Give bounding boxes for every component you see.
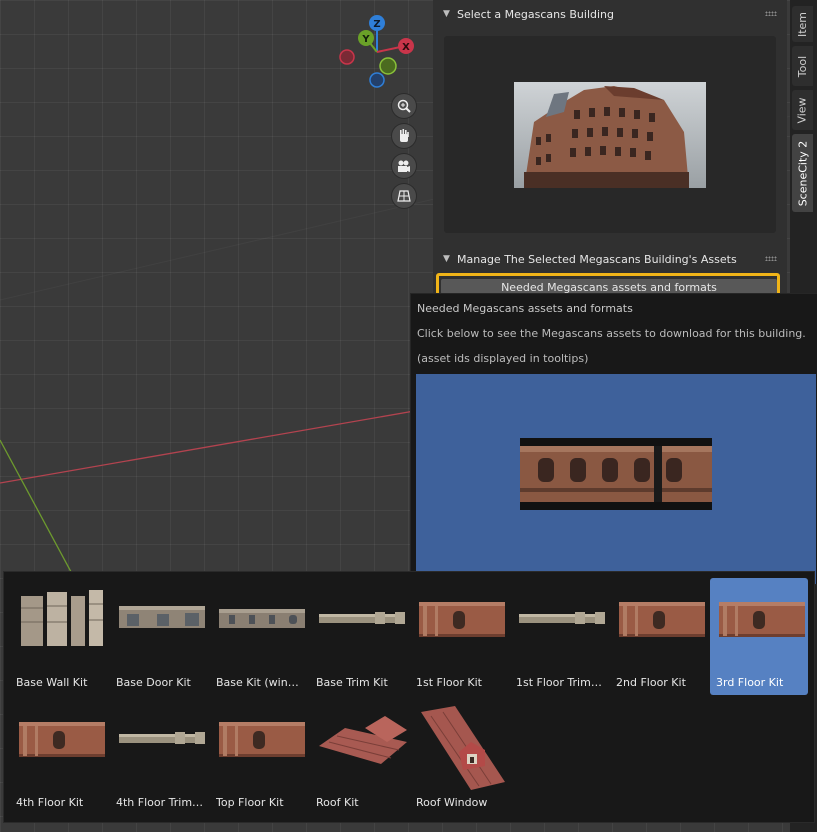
tooltip: Needed Megascans assets and formats Clic… <box>410 293 817 585</box>
chevron-down-icon: ▼ <box>443 254 450 264</box>
drag-grip-icon[interactable] <box>765 11 777 16</box>
roof-window-thumbnail <box>421 706 505 790</box>
trim-kit-thumbnail <box>319 612 405 624</box>
asset-item[interactable]: Roof Kit <box>310 698 408 815</box>
door-kit-thumbnail <box>119 606 205 628</box>
asset-label: Top Floor Kit <box>216 796 284 809</box>
asset-item[interactable]: 1st Floor Trim Kit <box>510 578 608 695</box>
camera-icon[interactable] <box>392 154 416 178</box>
tooltip-note: (asset ids displayed in tooltips) <box>417 352 589 365</box>
tab-view[interactable]: View <box>792 90 813 130</box>
asset-label: 4th Floor Kit <box>16 796 84 809</box>
asset-label: 1st Floor Kit <box>416 676 482 689</box>
asset-label: 3rd Floor Kit <box>716 676 784 689</box>
asset-label: Base Door Kit <box>116 676 191 689</box>
asset-item[interactable]: Top Floor Kit <box>210 698 308 815</box>
asset-item[interactable]: Base Trim Kit <box>310 578 408 695</box>
asset-item[interactable]: Roof Window <box>410 698 508 815</box>
asset-item[interactable]: Base Kit (wind… <box>210 578 308 695</box>
tab-scenecity[interactable]: SceneCity 2 <box>792 134 813 212</box>
asset-label: Base Wall Kit <box>16 676 88 689</box>
hand-pan-icon[interactable] <box>392 124 416 148</box>
floor-kit-preview-image <box>520 438 712 510</box>
roof-kit-thumbnail <box>319 716 407 764</box>
floor-kit-thumbnail <box>419 602 505 637</box>
chevron-down-icon: ▼ <box>443 9 450 19</box>
y-axis-label: Y <box>361 34 370 45</box>
tab-item[interactable]: Item <box>792 6 813 42</box>
section-title: Manage The Selected Megascans Building's… <box>457 252 737 266</box>
viewport-nav-tools <box>392 94 418 214</box>
drag-grip-icon[interactable] <box>765 256 777 261</box>
asset-item[interactable]: 4th Floor Trim … <box>110 698 208 815</box>
asset-label: Base Kit (wind… <box>216 676 304 689</box>
trim-kit-thumbnail <box>119 732 205 744</box>
asset-label: 1st Floor Trim Kit <box>516 676 604 689</box>
x-axis-label: X <box>402 42 410 53</box>
window-kit-thumbnail <box>219 609 305 628</box>
trim-kit-thumbnail <box>519 612 605 624</box>
floor-kit-thumbnail <box>719 602 805 637</box>
asset-label: 4th Floor Trim … <box>116 796 204 809</box>
asset-item[interactable]: 3rd Floor Kit <box>710 578 808 695</box>
perspective-grid-icon[interactable] <box>392 184 416 208</box>
zoom-icon[interactable] <box>392 94 416 118</box>
tab-tool[interactable]: Tool <box>792 46 813 86</box>
building-preview[interactable] <box>444 36 776 233</box>
section-manage-assets-header[interactable]: ▼ Manage The Selected Megascans Building… <box>433 245 787 273</box>
building-photo <box>514 81 706 188</box>
asset-label: Roof Kit <box>316 796 359 809</box>
asset-item[interactable]: Base Wall Kit <box>10 578 108 695</box>
floor-kit-thumbnail <box>219 722 305 757</box>
asset-label: Base Trim Kit <box>316 676 388 689</box>
section-select-building-header[interactable]: ▼ Select a Megascans Building <box>433 0 787 28</box>
asset-grid-popup: Base Wall Kit Base Door Kit Base Kit (wind… <box>3 571 815 823</box>
asset-item[interactable]: Base Door Kit <box>110 578 208 695</box>
asset-label: Roof Window <box>416 796 488 809</box>
asset-item[interactable]: 2nd Floor Kit <box>610 578 708 695</box>
sidebar-panel: ▼ Select a Megascans Building ▼ Manage T… <box>433 0 787 300</box>
z-axis-label: Z <box>373 19 380 30</box>
asset-item[interactable]: 4th Floor Kit <box>10 698 108 815</box>
tooltip-preview <box>416 374 816 584</box>
tooltip-description: Click below to see the Megascans assets … <box>417 327 806 340</box>
floor-kit-thumbnail <box>19 722 105 757</box>
asset-item[interactable]: 1st Floor Kit <box>410 578 508 695</box>
asset-label: 2nd Floor Kit <box>616 676 686 689</box>
tooltip-title: Needed Megascans assets and formats <box>417 302 633 315</box>
section-title: Select a Megascans Building <box>457 7 614 21</box>
navigation-gizmo[interactable]: Z Y X <box>333 12 423 92</box>
needed-assets-button[interactable]: Needed Megascans assets and formats <box>441 279 777 294</box>
floor-kit-thumbnail <box>619 602 705 637</box>
wall-kit-thumbnail <box>21 590 103 646</box>
